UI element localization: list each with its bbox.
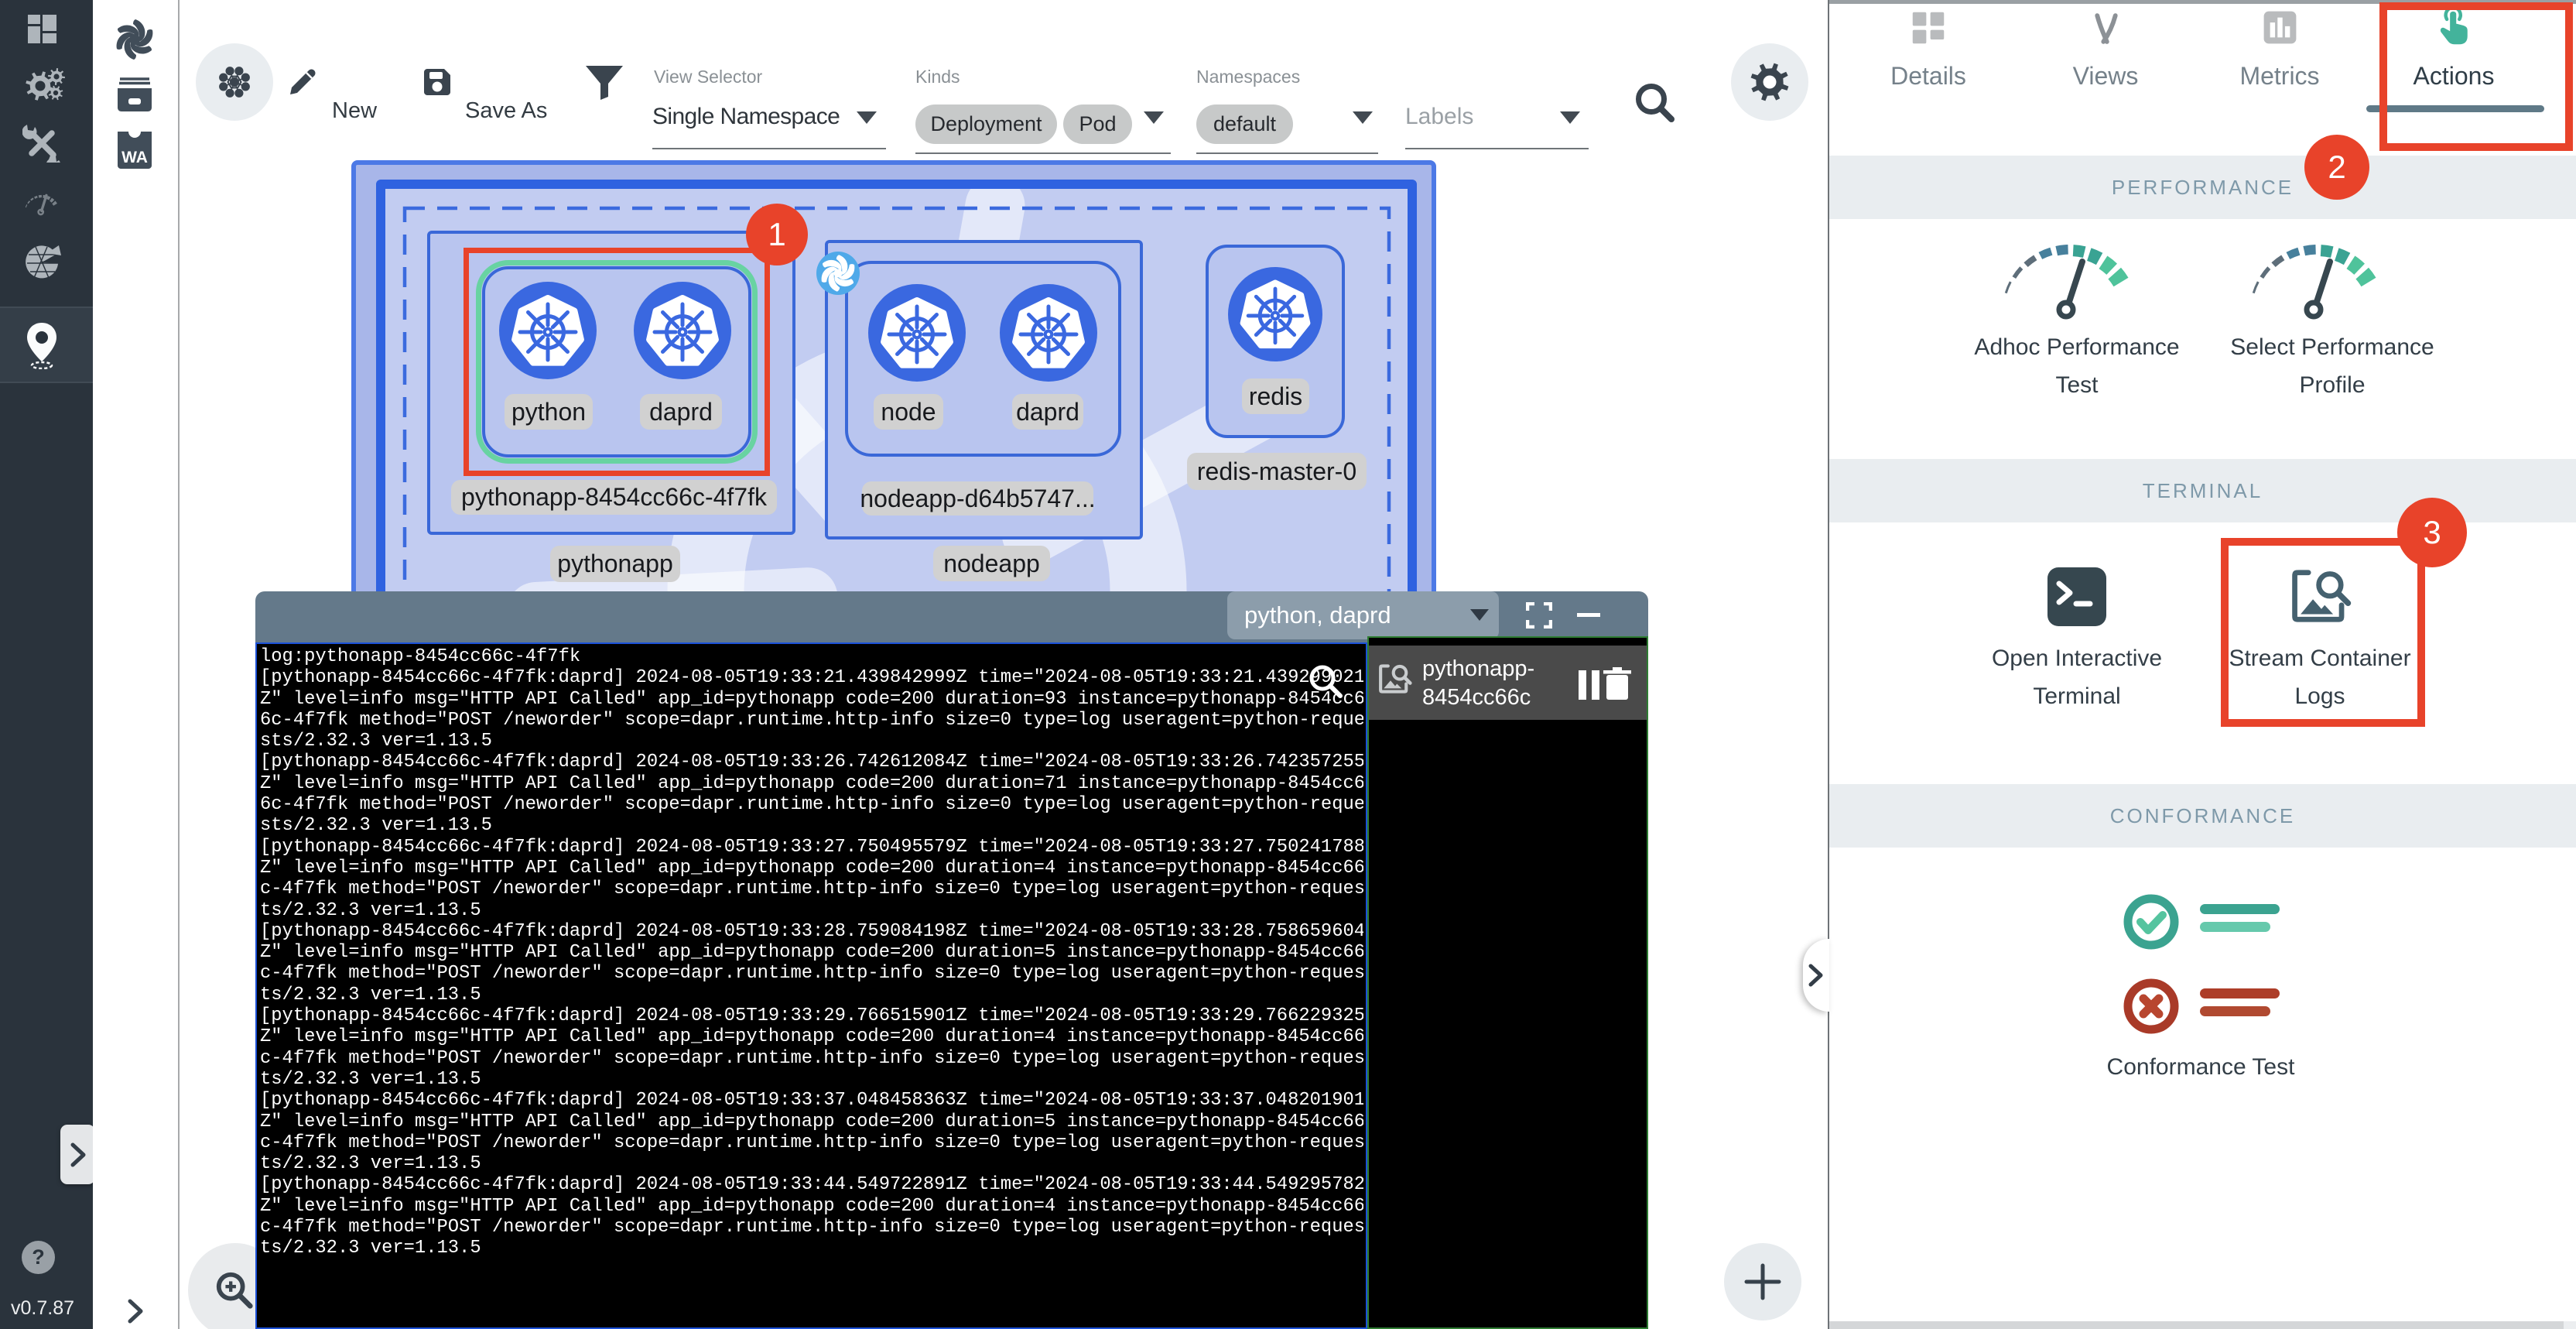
svg-text:WA: WA [121, 149, 148, 166]
